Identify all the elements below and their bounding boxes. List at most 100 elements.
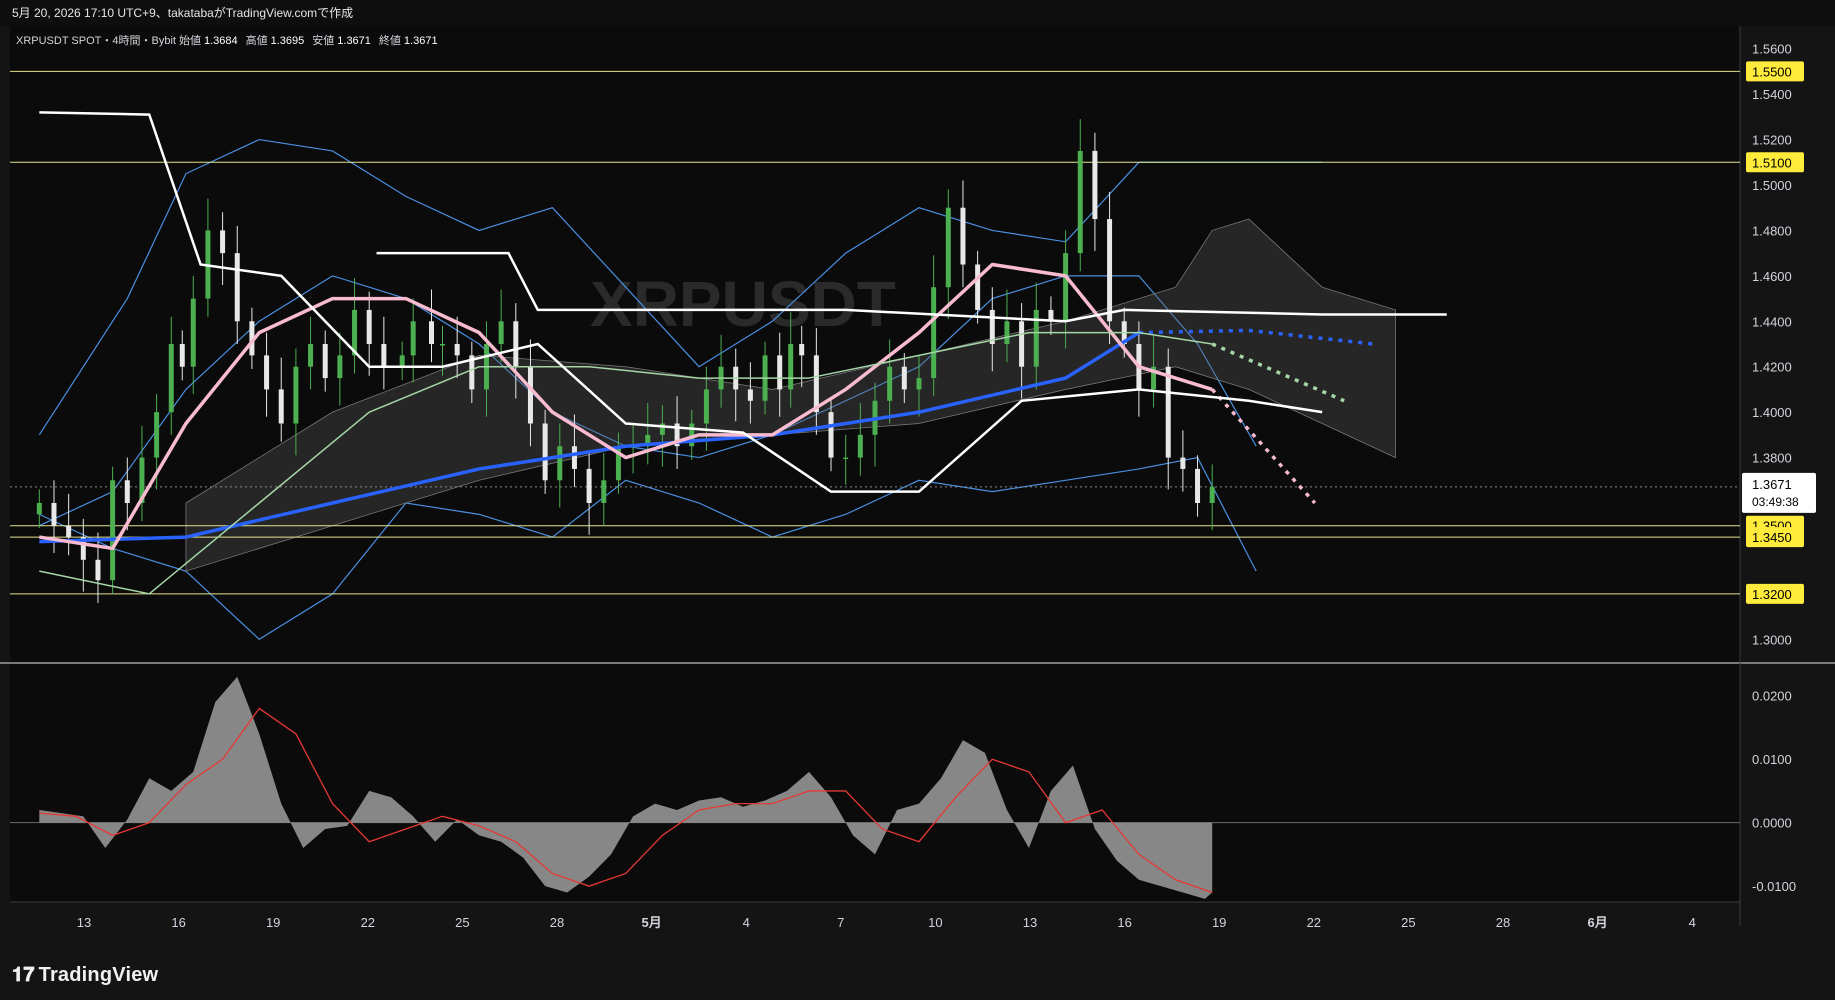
legend-close-label: 終値	[379, 33, 401, 47]
level-badge-label-0: 1.5500	[1752, 64, 1792, 79]
time-tick-13: 22	[1307, 915, 1321, 930]
candle-body	[1077, 150, 1083, 254]
candle-body	[36, 503, 42, 515]
candle-body	[989, 309, 995, 344]
candle-body	[264, 355, 270, 390]
candle-body	[586, 468, 592, 503]
price-tick-7: 1.4200	[1752, 360, 1792, 375]
price-tick-9: 1.3800	[1752, 451, 1792, 466]
candle-body	[1004, 321, 1010, 344]
price-tick-10: 1.3000	[1752, 632, 1792, 647]
tradingview-logo[interactable]: 𝟏𝟕 TradingView	[12, 962, 158, 987]
candle-body	[828, 412, 834, 458]
candle-body	[234, 253, 240, 322]
chart-area[interactable]: XRPUSDT XRPUSDT SPOT・4時間・Bybit 始値 1.3684 高値 1…	[0, 26, 1835, 950]
legend-symbol: XRPUSDT SPOT・4時間・Bybit	[16, 34, 176, 47]
candle-body	[542, 423, 548, 481]
candle-body	[601, 480, 607, 503]
candle-body	[366, 309, 372, 344]
candle-body	[154, 412, 160, 458]
candle-body	[1063, 253, 1069, 322]
candle-body	[945, 207, 951, 288]
candle-body	[168, 344, 174, 413]
time-tick-2: 19	[266, 915, 280, 930]
time-tick-5: 28	[550, 915, 564, 930]
candle-body	[278, 389, 284, 424]
candle-body	[308, 344, 314, 367]
candle-body	[799, 344, 805, 356]
candle-body	[1019, 321, 1025, 367]
candle-body	[813, 355, 819, 413]
tradingview-mark-icon: 𝟏𝟕	[12, 962, 35, 986]
candle-body	[179, 344, 185, 367]
price-tick-1: 1.5400	[1752, 87, 1792, 102]
candle-body	[95, 559, 101, 581]
legend-low-value: 1.3671	[337, 35, 371, 47]
candle-body	[498, 321, 504, 344]
price-tick-8: 1.4000	[1752, 405, 1792, 420]
time-tick-6: 5月	[641, 915, 661, 930]
symbol-watermark: XRPUSDT	[590, 268, 896, 340]
candle-body	[777, 355, 783, 390]
time-tick-8: 7	[837, 915, 844, 930]
legend-low-label: 安値	[312, 33, 334, 47]
legend-high-label: 高値	[246, 33, 268, 47]
candle-body	[887, 366, 893, 401]
level-badge-label-4: 1.3200	[1752, 587, 1792, 602]
time-tick-17: 4	[1689, 915, 1696, 930]
candle-body	[1092, 150, 1098, 220]
candle-body	[66, 525, 72, 538]
time-tick-16: 6月	[1587, 915, 1607, 930]
chart-caption: 5月 20, 2026 17:10 UTC+9、takatabaがTrading…	[0, 0, 1835, 26]
last-price-value: 1.3671	[1752, 477, 1792, 492]
price-tick-3: 1.5000	[1752, 178, 1792, 193]
candle-body	[293, 366, 299, 424]
candle-body	[975, 264, 981, 310]
candle-body	[960, 207, 966, 265]
time-tick-10: 13	[1023, 915, 1037, 930]
oscillator-tick-3: -0.0100	[1752, 879, 1796, 894]
candle-body	[901, 366, 907, 390]
candle-body	[381, 344, 387, 367]
last-price-countdown: 03:49:38	[1752, 495, 1799, 509]
candle-body	[1209, 487, 1215, 503]
candle-body	[110, 480, 116, 581]
time-tick-0: 13	[77, 915, 91, 930]
price-tick-4: 1.4800	[1752, 223, 1792, 238]
price-tick-5: 1.4600	[1752, 269, 1792, 284]
time-tick-15: 28	[1496, 915, 1510, 930]
candle-body	[747, 389, 753, 401]
candle-body	[454, 344, 460, 356]
price-tick-6: 1.4400	[1752, 314, 1792, 329]
candle-body	[399, 355, 405, 367]
oscillator-tick-0: 0.0200	[1752, 689, 1792, 704]
candle-body	[51, 503, 57, 526]
candle-body	[703, 389, 709, 424]
candle-body	[513, 321, 519, 367]
candle-body	[322, 344, 328, 379]
time-tick-7: 4	[743, 915, 750, 930]
time-tick-14: 25	[1401, 915, 1415, 930]
candle-body	[571, 446, 577, 469]
candle-body	[931, 287, 937, 379]
time-tick-9: 10	[928, 915, 942, 930]
legend-open-label: 始値	[179, 33, 201, 47]
main-pane	[10, 26, 1740, 662]
caption-text: 5月 20, 2026 17:10 UTC+9、takatabaがTrading…	[12, 6, 354, 20]
legend-close-value: 1.3671	[404, 35, 438, 47]
candle-body	[337, 355, 343, 379]
price-tick-0: 1.5600	[1752, 42, 1792, 57]
candle-body	[527, 366, 533, 424]
candle-body	[1107, 219, 1113, 322]
candle-body	[440, 344, 445, 346]
oscillator-tick-1: 0.0100	[1752, 752, 1792, 767]
legend-open-value: 1.3684	[204, 35, 238, 47]
footer-bar: 𝟏𝟕 TradingView	[0, 950, 1835, 1000]
candle-body	[843, 457, 849, 460]
candle-body	[124, 480, 130, 503]
candle-body	[1195, 468, 1201, 503]
candle-body	[557, 446, 563, 481]
candle-body	[220, 230, 226, 254]
brand-name: TradingView	[38, 964, 159, 986]
level-badge-label-3: 1.3450	[1752, 530, 1792, 545]
